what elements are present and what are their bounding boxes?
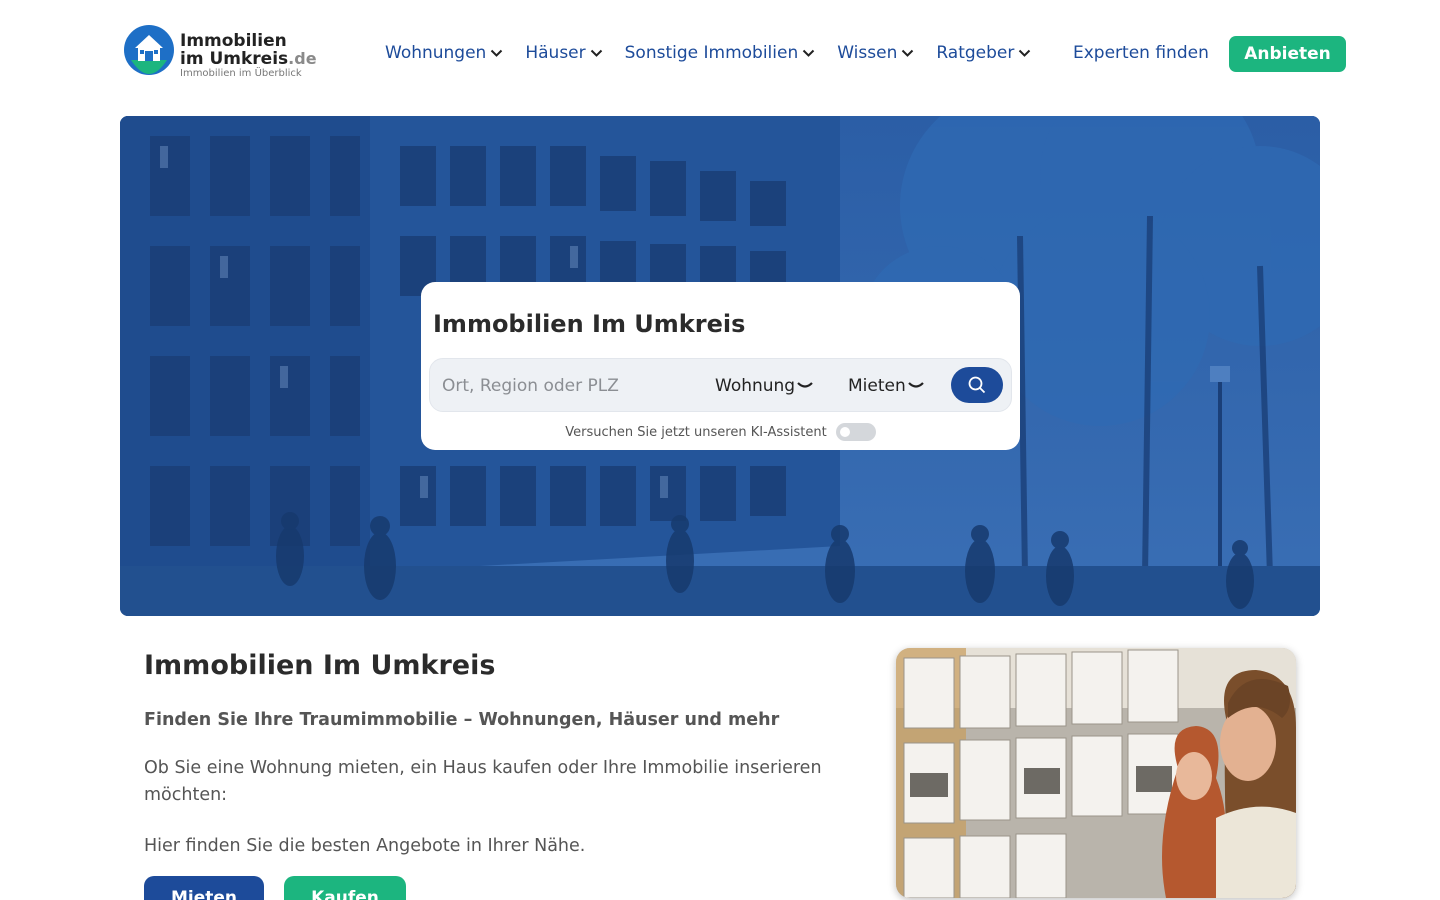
location-search-input[interactable]	[442, 373, 692, 399]
search-icon	[968, 376, 986, 394]
chevron-down-icon	[902, 49, 914, 57]
offer-mode-select[interactable]: Mieten	[848, 373, 924, 399]
logo-tld: .de	[288, 49, 317, 68]
chevron-down-icon	[797, 382, 813, 388]
content-subtitle: Finden Sie Ihre Traumimmobilie – Wohnung…	[144, 710, 780, 730]
ki-assistant-toggle[interactable]	[835, 423, 876, 441]
logo-title-line1: Immobilien	[180, 31, 287, 51]
chevron-down-icon	[590, 49, 602, 57]
toggle-knob	[839, 427, 850, 437]
nav-item-wissen[interactable]: Wissen	[837, 43, 914, 63]
ki-assistant-label: Versuchen Sie jetzt unseren KI-Assistent	[565, 424, 827, 440]
nav-label: Häuser	[525, 43, 586, 63]
search-button[interactable]	[951, 367, 1003, 403]
nav-item-wohnungen[interactable]: Wohnungen	[385, 43, 503, 63]
logo-tagline: Immobilien im Überblick	[180, 68, 302, 79]
content-paragraph-intro: Ob Sie eine Wohnung mieten, ein Haus kau…	[144, 758, 822, 805]
main-nav: Wohnungen Häuser Sonstige Immobilien Wis…	[385, 40, 1053, 66]
offer-mode-value: Mieten	[848, 376, 906, 396]
nav-item-ratgeber[interactable]: Ratgeber	[936, 43, 1031, 63]
logo-name: im Umkreis	[180, 49, 289, 69]
search-card: Immobilien Im Umkreis Wohnung Mieten Ver…	[421, 282, 1020, 450]
chevron-down-icon	[803, 49, 815, 57]
chevron-down-icon	[1019, 49, 1031, 57]
experts-link[interactable]: Experten finden	[1073, 40, 1209, 66]
nav-item-sonstige[interactable]: Sonstige Immobilien	[625, 43, 816, 63]
chevron-down-icon	[907, 382, 924, 388]
house-pin-icon	[124, 25, 174, 75]
couple-window-photo	[896, 648, 1296, 898]
kaufen-button[interactable]: Kaufen	[284, 876, 406, 900]
search-bar: Wohnung Mieten	[429, 358, 1012, 412]
nav-label: Sonstige Immobilien	[624, 43, 799, 63]
nav-label: Wissen	[837, 43, 898, 63]
ki-assistant-row: Versuchen Sie jetzt unseren KI-Assistent	[421, 422, 1020, 442]
content-title: Immobilien Im Umkreis	[144, 650, 496, 681]
anbieten-button[interactable]: Anbieten	[1229, 36, 1346, 72]
search-card-title: Immobilien Im Umkreis	[433, 310, 746, 338]
mieten-button[interactable]: Mieten	[144, 876, 264, 900]
property-type-value: Wohnung	[715, 376, 796, 396]
site-header: Immobilien im Umkreis.de Immobilien im Ü…	[0, 0, 1440, 106]
logo-title-line2: im Umkreis.de	[180, 49, 317, 69]
chevron-down-icon	[491, 49, 503, 57]
nav-label: Ratgeber	[936, 43, 1015, 63]
nav-item-haeuser[interactable]: Häuser	[525, 43, 602, 63]
nav-label: Wohnungen	[385, 43, 487, 63]
content-paragraph-offers: Hier finden Sie die besten Angebote in I…	[144, 836, 586, 856]
couple-looking-at-listings-image	[896, 648, 1296, 898]
site-logo[interactable]: Immobilien im Umkreis.de Immobilien im Ü…	[124, 24, 334, 86]
property-type-select[interactable]: Wohnung	[715, 373, 813, 399]
